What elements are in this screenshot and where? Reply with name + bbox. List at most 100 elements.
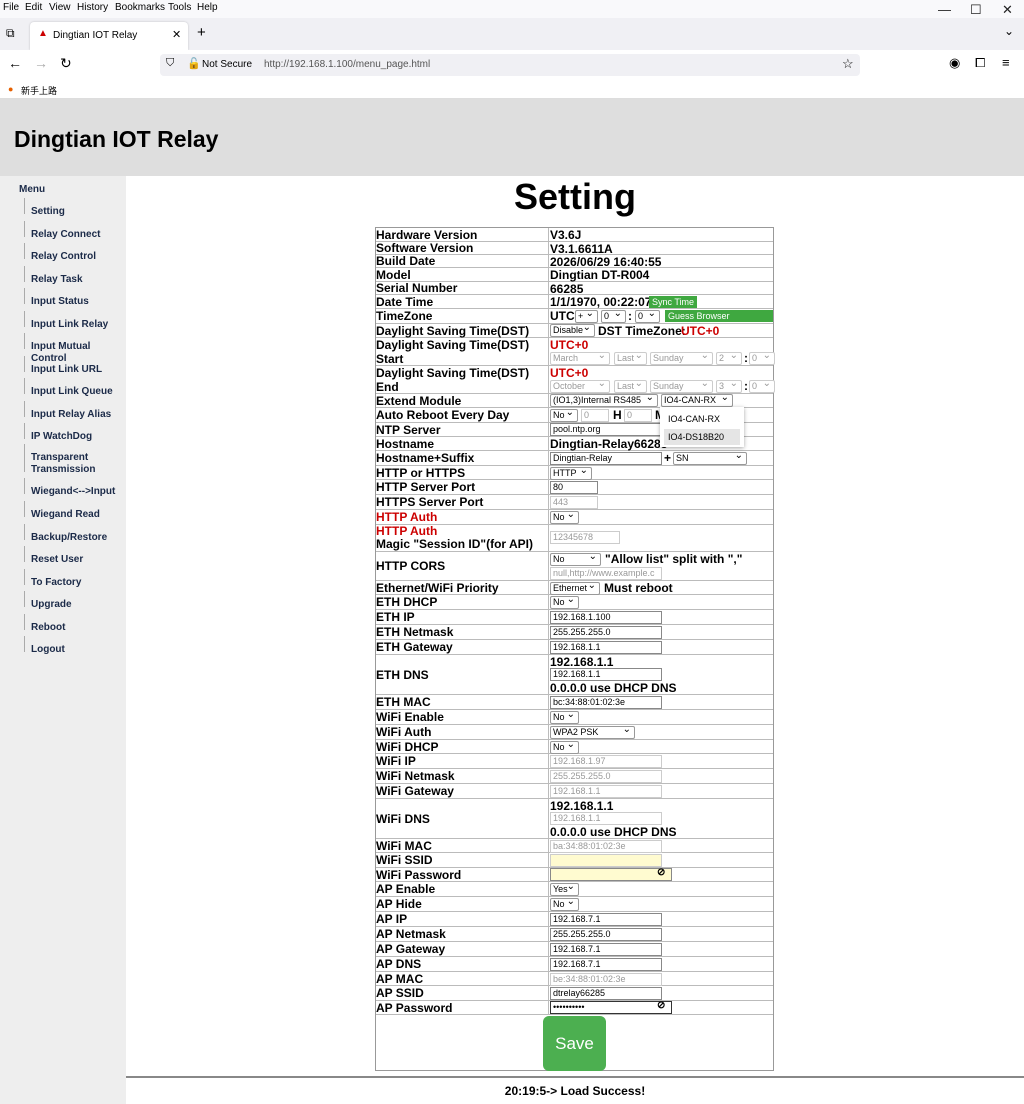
bookmark-star-icon[interactable]: ☆ xyxy=(842,56,854,72)
ap-mac-input[interactable]: be:34:88:01:02:3e xyxy=(550,973,662,986)
app-menu-icon[interactable]: ≡ xyxy=(1002,55,1010,70)
ap-ip-input[interactable]: 192.168.7.1 xyxy=(550,913,662,926)
url-bar[interactable]: ⛉ 🔓 Not Secure http://192.168.1.100/menu… xyxy=(160,54,860,76)
ap-password-input[interactable]: •••••••••• xyxy=(550,1001,672,1014)
ap-netmask-input[interactable]: 255.255.255.0 xyxy=(550,928,662,941)
menu-tools[interactable]: Tools xyxy=(168,2,191,13)
dst-select[interactable]: Disable xyxy=(550,324,595,337)
wifi-ip-input[interactable]: 192.168.1.97 xyxy=(550,755,662,768)
suffix-select[interactable]: SN xyxy=(673,452,747,465)
minimize-icon[interactable]: — xyxy=(938,2,951,17)
save-button[interactable]: Save xyxy=(543,1016,606,1071)
back-icon[interactable]: ← xyxy=(8,55,22,71)
url-text[interactable]: http://192.168.1.100/menu_page.html xyxy=(264,59,430,70)
eth-dns-input[interactable]: 192.168.1.1 xyxy=(550,668,662,681)
dst-start-month-select[interactable]: March xyxy=(550,352,610,365)
dst-end-day-select[interactable]: Sunday xyxy=(650,380,713,393)
tz-sign-select[interactable]: + xyxy=(575,310,598,323)
wifi-gateway-input[interactable]: 192.168.1.1 xyxy=(550,785,662,798)
hostname-base-input[interactable]: Dingtian-Relay xyxy=(550,452,662,465)
reboot-minute-input[interactable]: 0 xyxy=(624,409,652,422)
shield-icon[interactable]: ⛉ xyxy=(166,57,174,70)
new-tab-icon[interactable]: + xyxy=(197,24,206,41)
sidebar-item-logout[interactable]: Logout xyxy=(31,644,65,656)
dst-end-minute-select[interactable]: 0 xyxy=(749,380,775,393)
http-port-input[interactable]: 80 xyxy=(550,481,598,494)
dropdown-option-highlighted[interactable]: IO4-DS18B20 xyxy=(664,429,740,445)
wifi-enable-select[interactable]: No xyxy=(550,711,579,724)
auto-reboot-select[interactable]: No xyxy=(550,409,578,422)
menu-edit[interactable]: Edit xyxy=(25,2,42,13)
eye-slash-icon[interactable]: ⊘ xyxy=(657,1000,665,1011)
reload-icon[interactable]: ↻ xyxy=(60,55,72,72)
extensions-icon[interactable]: ⧠ xyxy=(975,55,985,71)
protocol-select[interactable]: HTTP xyxy=(550,467,592,480)
sidebar-item-input-mutual-control[interactable]: Input Mutual Control xyxy=(31,341,126,365)
ap-hide-select[interactable]: No xyxy=(550,898,579,911)
eth-ip-input[interactable]: 192.168.1.100 xyxy=(550,611,662,624)
ap-dns-input[interactable]: 192.168.7.1 xyxy=(550,958,662,971)
sidebar-item-reboot[interactable]: Reboot xyxy=(31,622,65,634)
tab-dingtian[interactable]: ▲ Dingtian IOT Relay ✕ xyxy=(30,22,188,50)
dropdown-option[interactable]: IO4-CAN-RX xyxy=(664,411,740,427)
menu-help[interactable]: Help xyxy=(197,2,218,13)
account-icon[interactable]: ◉ xyxy=(949,55,960,71)
bookmark-item[interactable]: 新手上路 xyxy=(21,84,57,97)
lock-icon[interactable]: 🔓 xyxy=(187,57,201,70)
forward-icon[interactable]: → xyxy=(34,55,48,71)
wifi-netmask-input[interactable]: 255.255.255.0 xyxy=(550,770,662,783)
sidebar-item-input-link-relay[interactable]: Input Link Relay xyxy=(31,319,108,331)
magic-input[interactable]: 12345678 xyxy=(550,531,620,544)
priority-select[interactable]: Ethernet xyxy=(550,582,600,595)
sidebar-item-transparent-transmission[interactable]: Transparent Transmission xyxy=(31,452,121,476)
extend-module-select[interactable]: (IO1,3)Internal RS485 xyxy=(550,394,658,407)
sidebar-item-input-link-queue[interactable]: Input Link Queue xyxy=(31,386,113,398)
wifi-dns-input[interactable]: 192.168.1.1 xyxy=(550,812,662,825)
reboot-hour-input[interactable]: 0 xyxy=(581,409,609,422)
extend-io4-select[interactable]: IO4-CAN-RX xyxy=(661,394,733,407)
eth-dhcp-select[interactable]: No xyxy=(550,596,579,609)
ap-gateway-input[interactable]: 192.168.7.1 xyxy=(550,943,662,956)
ap-enable-select[interactable]: Yes xyxy=(550,883,579,896)
maximize-icon[interactable]: ☐ xyxy=(970,2,982,18)
eth-netmask-input[interactable]: 255.255.255.0 xyxy=(550,626,662,639)
sidebar-item-upgrade[interactable]: Upgrade xyxy=(31,599,72,611)
tab-list-icon[interactable]: ⌄ xyxy=(1004,24,1014,38)
cors-allow-input[interactable]: null,http://www.example.c xyxy=(550,567,662,580)
sidebar-item-setting[interactable]: Setting xyxy=(31,206,65,218)
menu-bookmarks[interactable]: Bookmarks xyxy=(115,2,165,13)
https-port-input[interactable]: 443 xyxy=(550,496,598,509)
dst-start-minute-select[interactable]: 0 xyxy=(749,352,775,365)
dst-end-week-select[interactable]: Last xyxy=(614,380,647,393)
wifi-dhcp-select[interactable]: No xyxy=(550,741,579,754)
menu-file[interactable]: File xyxy=(3,2,19,13)
wifi-auth-select[interactable]: WPA2 PSK xyxy=(550,726,635,739)
wifi-mac-input[interactable]: ba:34:88:01:02:3e xyxy=(550,840,662,853)
menu-view[interactable]: View xyxy=(49,2,71,13)
sidebar-item-input-relay-alias[interactable]: Input Relay Alias xyxy=(31,409,111,421)
tab-overview-icon[interactable]: ⧉ xyxy=(6,26,15,41)
dst-start-hour-select[interactable]: 2 xyxy=(716,352,742,365)
wifi-ssid-input[interactable] xyxy=(550,854,662,867)
http-auth-select[interactable]: No xyxy=(550,511,579,524)
guess-timezone-button[interactable]: Guess Browser TimeZone xyxy=(665,310,773,333)
sidebar-item-relay-control[interactable]: Relay Control xyxy=(31,251,96,263)
sidebar-item-relay-connect[interactable]: Relay Connect xyxy=(31,229,100,241)
cors-select[interactable]: No xyxy=(550,553,601,566)
sidebar-item-input-status[interactable]: Input Status xyxy=(31,296,89,308)
sidebar-item-ip-watchdog[interactable]: IP WatchDog xyxy=(31,431,92,443)
sidebar-item-reset-user[interactable]: Reset User xyxy=(31,554,83,566)
wifi-password-input[interactable] xyxy=(550,868,672,881)
ntp-input[interactable]: pool.ntp.org xyxy=(550,423,662,436)
eye-slash-icon[interactable]: ⊘ xyxy=(657,867,665,878)
dst-end-hour-select[interactable]: 3 xyxy=(716,380,742,393)
close-window-icon[interactable]: ✕ xyxy=(1002,2,1013,18)
tz-minute-select[interactable]: 0 xyxy=(635,310,660,323)
sync-time-button[interactable]: Sync Time xyxy=(649,296,698,308)
menu-history[interactable]: History xyxy=(77,2,108,13)
eth-mac-input[interactable]: bc:34:88:01:02:3e xyxy=(550,696,662,709)
dst-start-week-select[interactable]: Last xyxy=(614,352,647,365)
tz-hour-select[interactable]: 0 xyxy=(601,310,626,323)
sidebar-item-input-link-url[interactable]: Input Link URL xyxy=(31,364,102,376)
sidebar-item-to-factory[interactable]: To Factory xyxy=(31,577,81,589)
